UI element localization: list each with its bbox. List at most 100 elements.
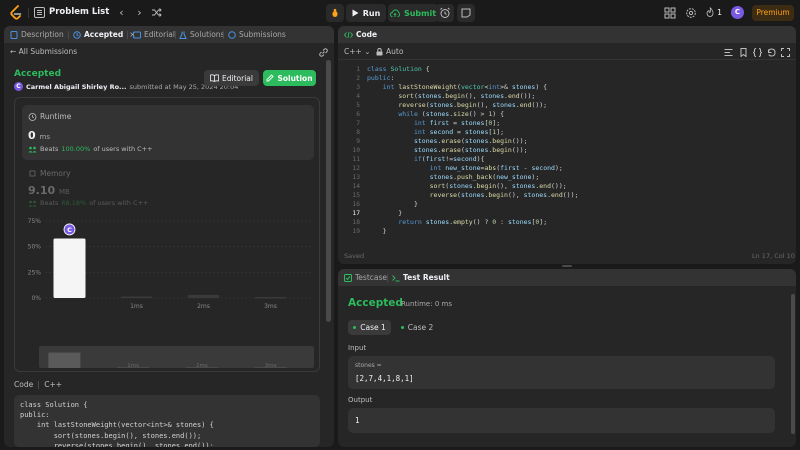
braces-icon[interactable] xyxy=(753,48,762,57)
case-2-tab[interactable]: Case 2 xyxy=(397,320,437,335)
tab-code[interactable]: Code xyxy=(344,30,377,39)
tab-separator xyxy=(127,31,128,39)
tab-description[interactable]: Description xyxy=(10,29,64,40)
line-number: 19 xyxy=(352,228,360,235)
cursor-position: Ln 17, Col 10 xyxy=(752,252,795,260)
runtime-distribution-chart[interactable]: 0% 25% 50% 75% 1ms 2ms 3ms C xyxy=(15,213,320,343)
line-number: 7 xyxy=(356,120,360,127)
prev-problem-icon[interactable]: ‹ xyxy=(115,6,128,19)
streak-counter[interactable]: 1 xyxy=(706,7,722,17)
runtime-box[interactable]: Runtime 0 ms Beats 100.00% of users with… xyxy=(22,105,314,160)
test-result-runtime: Runtime: 0 ms xyxy=(401,300,452,308)
tab-solutions[interactable]: Solutions xyxy=(179,29,224,40)
line-number: 15 xyxy=(352,192,360,199)
output-box[interactable]: 1 xyxy=(348,408,775,433)
debug-button[interactable] xyxy=(326,4,344,22)
chart-overview-brush[interactable]: 1ms 2ms 3ms xyxy=(15,343,320,372)
runtime-number: 0 xyxy=(28,129,36,142)
tab-editorial[interactable]: Editorial xyxy=(133,29,175,40)
code-editor-panel: Code C++ ⌄ Auto 1 2 3 4 5 6 7 8 9 10 11 12 13 14 15 16 1… xyxy=(338,26,796,264)
editorial-button-label: Editorial xyxy=(222,73,253,83)
share-link-icon[interactable] xyxy=(319,48,328,57)
document-icon xyxy=(10,30,18,39)
tab-submissions[interactable]: Submissions xyxy=(228,29,286,40)
test-panel-scrollbar[interactable] xyxy=(791,294,795,434)
run-controls: Run Submit xyxy=(326,4,438,22)
problem-list-icon[interactable] xyxy=(34,7,45,18)
timer-button[interactable] xyxy=(436,4,454,22)
case-1-tab[interactable]: Case 1 xyxy=(348,320,391,335)
memory-unit: MB xyxy=(58,188,70,196)
premium-button[interactable]: Premium xyxy=(752,5,794,21)
chart-xtick-label: 1ms xyxy=(130,303,143,310)
pass-dot-icon xyxy=(353,326,357,329)
overview-bar xyxy=(48,352,81,368)
flask-icon xyxy=(179,31,187,39)
input-label: Input xyxy=(348,344,367,352)
memory-chip-icon xyxy=(29,170,36,177)
panel-resize-handle[interactable] xyxy=(562,265,572,267)
memory-label[interactable]: Memory xyxy=(28,169,71,178)
chart-ytick-label: 50% xyxy=(28,244,42,251)
tab-solutions-label: Solutions xyxy=(190,30,225,39)
left-tab-bar: Description Accepted × Editorial Solutio… xyxy=(4,26,334,43)
left-scrollbar[interactable] xyxy=(326,60,331,322)
settings-gear-icon[interactable] xyxy=(685,7,697,19)
chart-bar xyxy=(254,296,287,299)
shuffle-icon[interactable] xyxy=(151,7,162,18)
submit-button[interactable]: Submit xyxy=(388,4,438,22)
input-box[interactable]: stones = [2,7,4,1,8,1] xyxy=(348,356,775,389)
tab-editorial-label: Editorial xyxy=(144,30,175,39)
auto-mode-label: Auto xyxy=(386,47,404,56)
format-code-icon[interactable] xyxy=(724,48,733,57)
solution-button-label: Solution xyxy=(277,73,313,83)
clock-icon xyxy=(228,30,236,39)
line-number: 1 xyxy=(356,66,360,73)
output-label: Output xyxy=(348,396,373,404)
runtime-value: 0 ms xyxy=(28,129,50,142)
fire-icon xyxy=(706,7,714,17)
memory-label-text: Memory xyxy=(40,169,71,178)
code-header: Code C++ xyxy=(14,380,62,389)
runtime-beats-pct: 100.00% xyxy=(61,145,91,153)
user-avatar[interactable]: C xyxy=(731,6,744,19)
beats-crowd-icon xyxy=(28,200,37,206)
author-avatar[interactable]: C xyxy=(14,82,23,91)
notes-button[interactable] xyxy=(457,4,475,22)
auto-mode-toggle[interactable]: Auto xyxy=(376,47,403,56)
all-submissions-link[interactable]: ← All Submissions xyxy=(10,47,77,56)
editor-code-text: class Solution { public: int lastStoneWe… xyxy=(367,65,579,235)
tab-separator xyxy=(68,31,69,39)
post-solution-button[interactable]: Solution xyxy=(263,70,316,86)
editorial-button[interactable]: Editorial xyxy=(204,70,259,86)
problem-list-link[interactable]: Problem List xyxy=(49,7,109,17)
line-number: 9 xyxy=(356,138,360,145)
memory-beats-suffix: of users with C++ xyxy=(89,199,149,207)
run-button[interactable]: Run xyxy=(346,4,386,22)
memory-beats-prefix: Beats xyxy=(40,199,59,207)
memory-number: 9.10 xyxy=(28,184,56,197)
editor-toolbar: C++ ⌄ Auto xyxy=(338,43,796,60)
bookmark-icon[interactable] xyxy=(739,48,748,57)
tab-testcase[interactable]: Testcase xyxy=(344,273,387,282)
tab-code-label: Code xyxy=(356,30,378,39)
runtime-label-text: Runtime xyxy=(40,112,72,121)
edit-pencil-icon xyxy=(266,74,275,82)
fullscreen-icon[interactable] xyxy=(781,48,790,57)
reset-code-icon[interactable] xyxy=(767,48,776,57)
tab-test-result[interactable]: Test Result xyxy=(392,273,450,282)
code-editor[interactable]: class Solution { public: int lastStoneWe… xyxy=(367,65,787,255)
leetcode-logo-icon[interactable] xyxy=(9,5,23,21)
tab-description-label: Description xyxy=(21,30,64,39)
next-problem-icon[interactable]: › xyxy=(133,6,146,19)
test-result-status: Accepted xyxy=(348,297,403,309)
all-submissions-label: All Submissions xyxy=(18,47,78,56)
line-number: 17 xyxy=(352,210,360,217)
tab-separator xyxy=(223,31,224,39)
author-name[interactable]: Carmel Abigail Shirley Ro... xyxy=(26,83,126,91)
lock-icon xyxy=(376,47,383,55)
layout-grid-icon[interactable] xyxy=(664,7,676,19)
language-select[interactable]: C++ ⌄ xyxy=(344,47,370,56)
output-value: 1 xyxy=(355,416,360,425)
submitted-code[interactable]: class Solution { public: int lastStoneWe… xyxy=(14,395,320,447)
